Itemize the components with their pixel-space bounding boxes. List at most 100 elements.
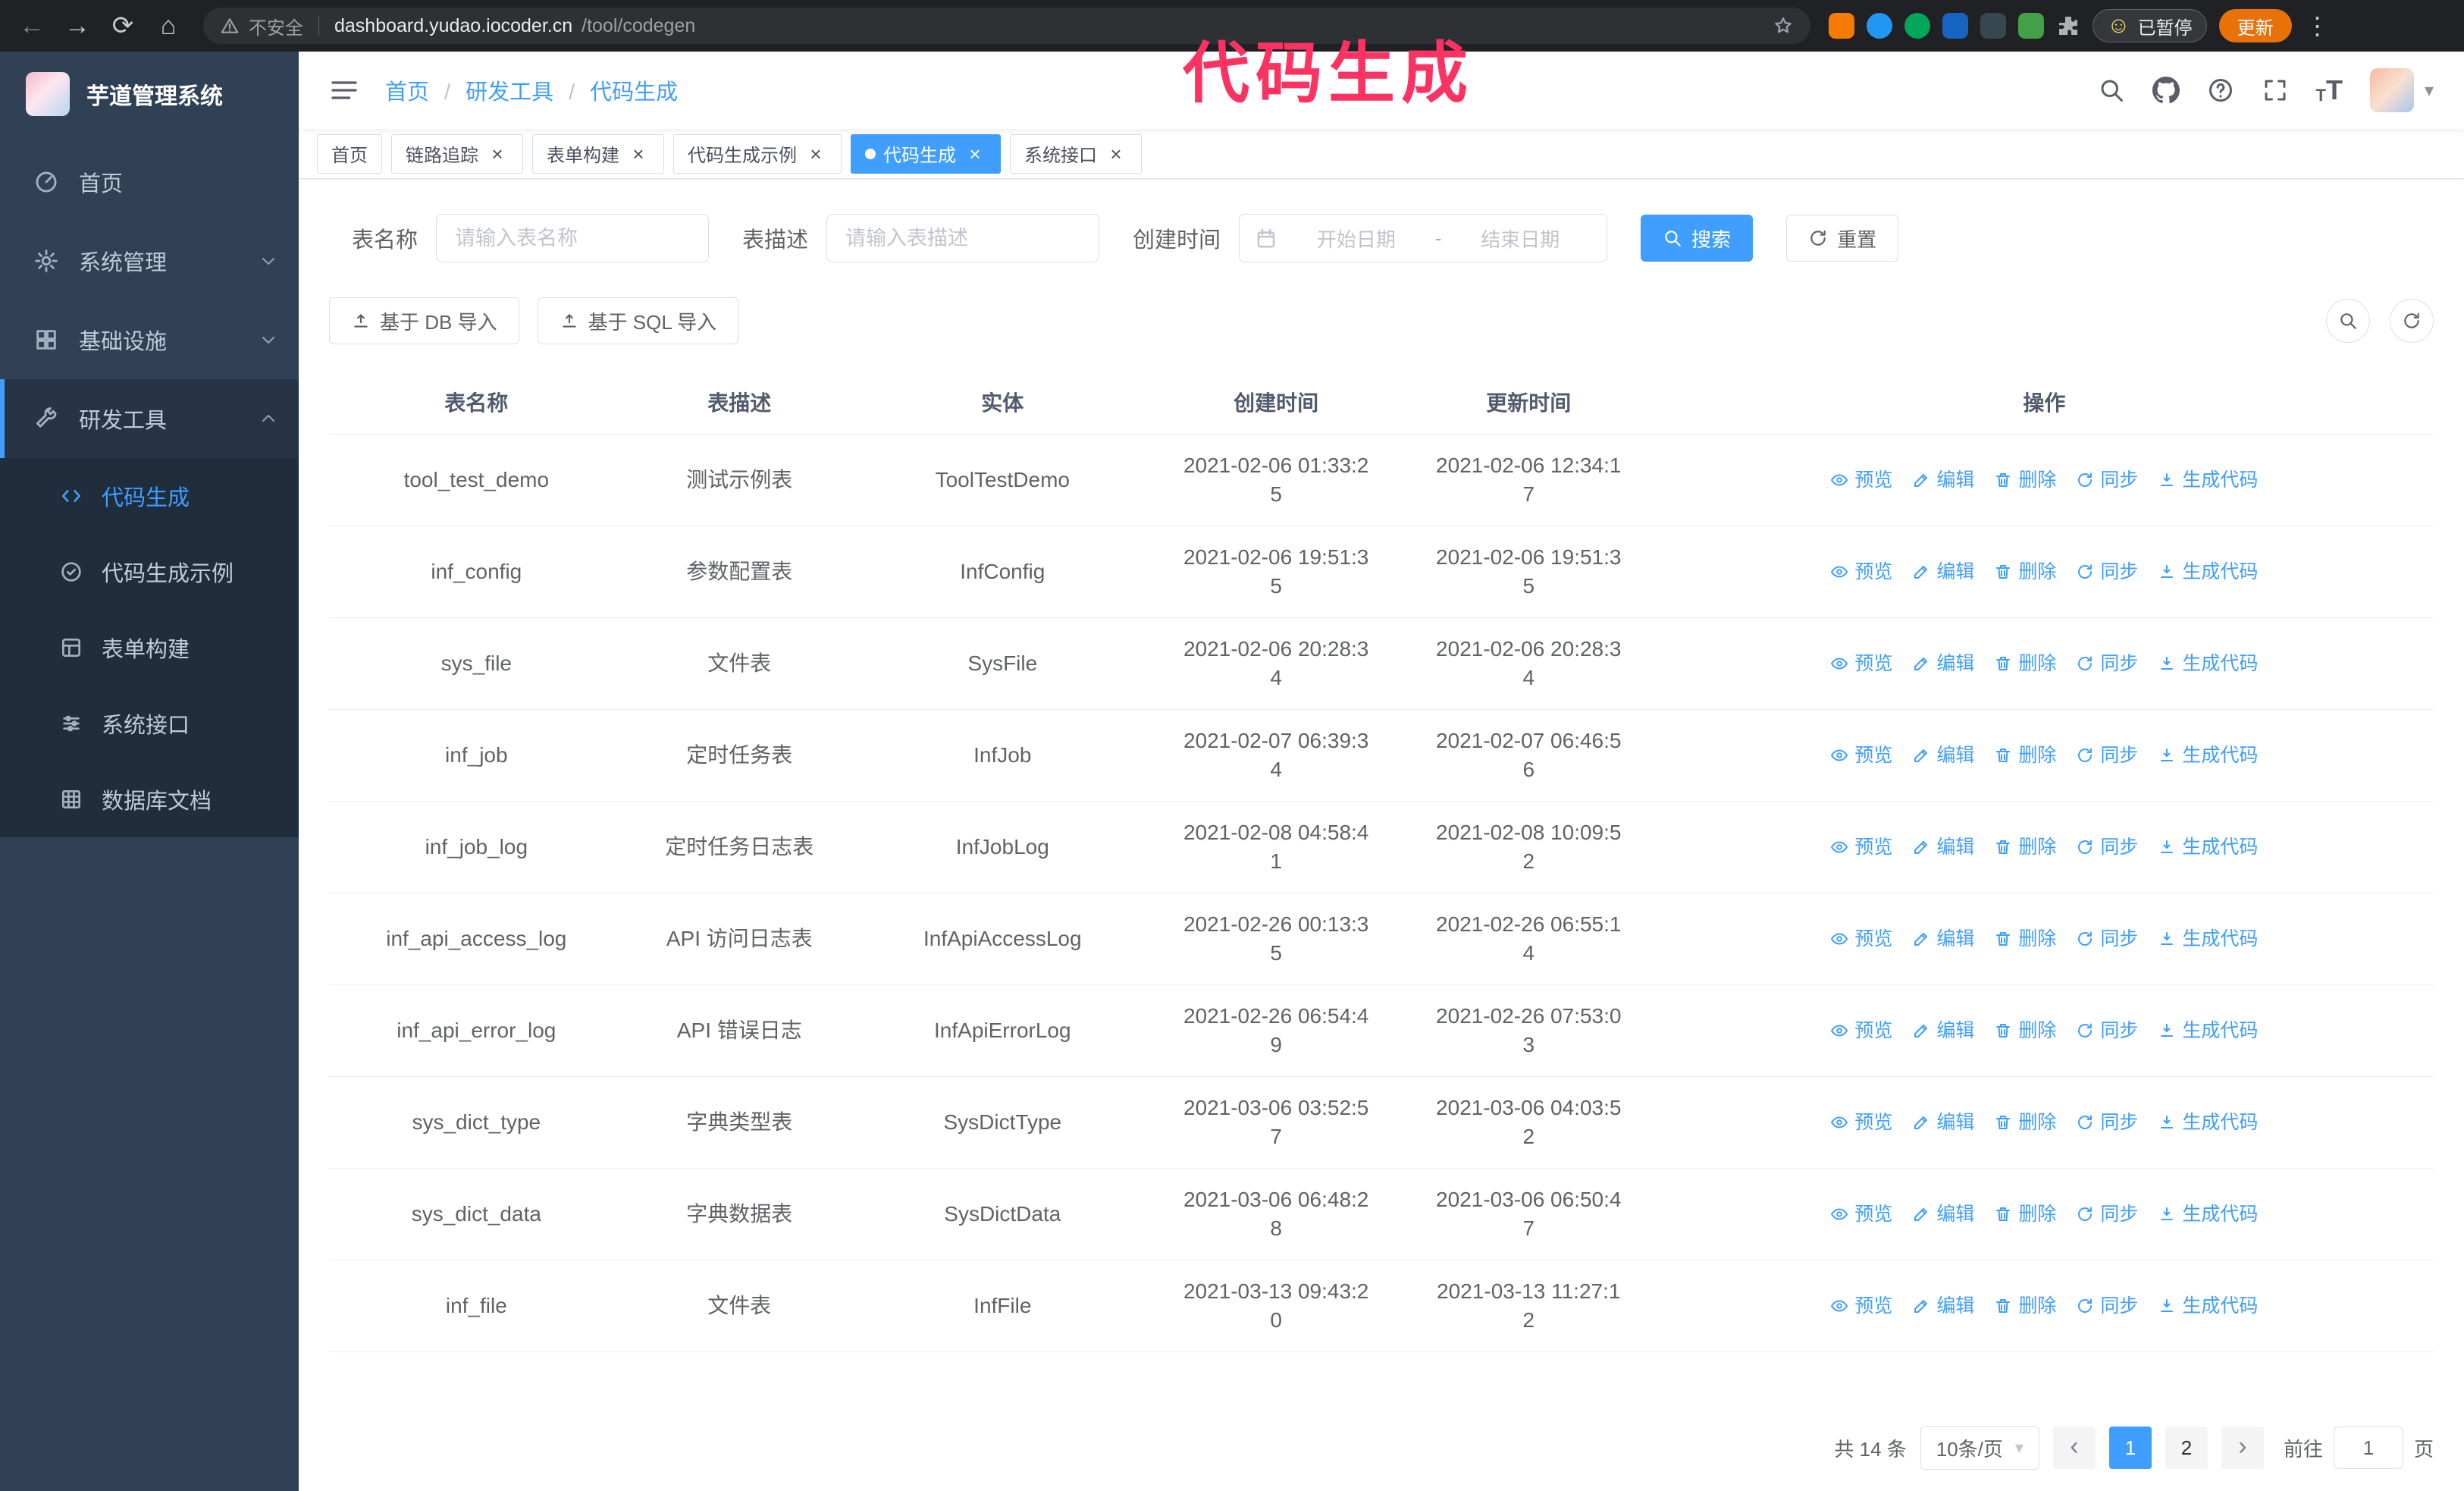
import-db-button[interactable]: 基于 DB 导入 [329,297,519,344]
close-icon[interactable] [964,143,986,165]
browser-forward-icon[interactable]: → [61,13,94,39]
sidebar-menu-item[interactable]: 首页 [0,143,299,221]
extension-icon-5[interactable] [1980,13,2006,39]
update-button[interactable]: 更新 [2218,9,2292,42]
edit-link[interactable]: 编辑 [1912,741,1974,770]
delete-link[interactable]: 删除 [1994,924,2056,953]
search-icon[interactable] [2098,77,2125,104]
tab[interactable]: 代码生成示例 [673,133,842,174]
sync-link[interactable]: 同步 [2076,1200,2138,1229]
delete-link[interactable]: 删除 [1994,466,2056,494]
generate-code-link[interactable]: 生成代码 [2158,1016,2258,1045]
sync-link[interactable]: 同步 [2076,1016,2138,1045]
address-bar[interactable]: 不安全 dashboard.yudao.iocoder.cn /tool/cod… [203,8,1810,44]
browser-home-icon[interactable]: ⌂ [152,13,185,39]
sidebar-menu-item[interactable]: 研发工具 [0,379,299,458]
breadcrumb-item[interactable]: 研发工具 [429,74,553,106]
table-desc-input[interactable] [826,214,1100,262]
edit-link[interactable]: 编辑 [1912,833,1974,862]
extension-icon-3[interactable] [1904,13,1930,39]
preview-link[interactable]: 预览 [1830,1200,1892,1229]
generate-code-link[interactable]: 生成代码 [2158,1292,2258,1320]
refresh-table-button[interactable] [2390,299,2434,343]
delete-link[interactable]: 删除 [1994,1292,2056,1320]
delete-link[interactable]: 删除 [1994,1200,2056,1229]
preview-link[interactable]: 预览 [1830,649,1892,678]
preview-link[interactable]: 预览 [1830,924,1892,953]
generate-code-link[interactable]: 生成代码 [2158,466,2258,494]
sync-link[interactable]: 同步 [2076,924,2138,953]
paused-badge[interactable]: ☺ 已暂停 [2093,9,2207,42]
tab[interactable]: 首页 [317,133,382,174]
tab[interactable]: 表单构建 [532,133,664,174]
sync-link[interactable]: 同步 [2076,1292,2138,1320]
sidebar-submenu-item[interactable]: 系统接口 [0,686,299,761]
date-range-picker[interactable]: 开始日期 - 结束日期 [1239,214,1608,262]
extension-icon-6[interactable] [2018,13,2044,39]
page-number-button[interactable]: 1 [2108,1427,2152,1469]
generate-code-link[interactable]: 生成代码 [2158,557,2258,586]
sync-link[interactable]: 同步 [2076,649,2138,678]
sidebar-submenu-item[interactable]: 表单构建 [0,610,299,686]
preview-link[interactable]: 预览 [1830,1108,1892,1137]
table-name-input[interactable] [436,214,710,262]
font-size-icon[interactable] [2316,77,2343,104]
generate-code-link[interactable]: 生成代码 [2158,924,2258,953]
user-avatar[interactable] [2369,68,2414,112]
search-button[interactable]: 搜索 [1641,215,1754,262]
reset-button[interactable]: 重置 [1786,215,1899,262]
generate-code-link[interactable]: 生成代码 [2158,649,2258,678]
sync-link[interactable]: 同步 [2076,833,2138,862]
delete-link[interactable]: 删除 [1994,649,2056,678]
breadcrumb-item[interactable]: 首页 [385,74,429,106]
browser-refresh-icon[interactable]: ⟳ [106,13,140,39]
preview-link[interactable]: 预览 [1830,466,1892,494]
extensions-puzzle-icon[interactable] [2056,14,2080,38]
sidebar-submenu-item[interactable]: 代码生成 [0,458,299,534]
fullscreen-icon[interactable] [2262,77,2289,104]
edit-link[interactable]: 编辑 [1912,1016,1974,1045]
goto-page-input[interactable] [2333,1427,2403,1469]
sync-link[interactable]: 同步 [2076,1108,2138,1137]
delete-link[interactable]: 删除 [1994,741,2056,770]
delete-link[interactable]: 删除 [1994,1016,2056,1045]
help-icon[interactable] [2207,77,2234,104]
delete-link[interactable]: 删除 [1994,557,2056,586]
sync-link[interactable]: 同步 [2076,466,2138,494]
preview-link[interactable]: 预览 [1830,557,1892,586]
extension-icon-4[interactable] [1942,13,1968,39]
close-icon[interactable] [804,143,827,165]
toggle-search-button[interactable] [2326,299,2370,343]
delete-link[interactable]: 删除 [1994,1108,2056,1137]
preview-link[interactable]: 预览 [1830,741,1892,770]
sidebar-submenu-item[interactable]: 代码生成示例 [0,534,299,610]
edit-link[interactable]: 编辑 [1912,1292,1974,1320]
sidebar-menu-item[interactable]: 基础设施 [0,300,299,379]
generate-code-link[interactable]: 生成代码 [2158,1200,2258,1229]
close-icon[interactable] [486,143,509,165]
github-icon[interactable] [2152,77,2180,104]
generate-code-link[interactable]: 生成代码 [2158,741,2258,770]
preview-link[interactable]: 预览 [1830,1016,1892,1045]
caret-down-icon[interactable]: ▾ [2425,80,2434,102]
edit-link[interactable]: 编辑 [1912,649,1974,678]
edit-link[interactable]: 编辑 [1912,924,1974,953]
edit-link[interactable]: 编辑 [1912,1108,1974,1137]
edit-link[interactable]: 编辑 [1912,557,1974,586]
logo[interactable]: 芋道管理系统 [0,52,299,137]
browser-menu-icon[interactable]: ⋮ [2306,11,2330,40]
delete-link[interactable]: 删除 [1994,833,2056,862]
sync-link[interactable]: 同步 [2076,557,2138,586]
edit-link[interactable]: 编辑 [1912,1200,1974,1229]
tab[interactable]: 代码生成 [851,133,1001,174]
browser-back-icon[interactable]: ← [15,13,49,39]
preview-link[interactable]: 预览 [1830,1292,1892,1320]
sidebar-toggle-icon[interactable] [329,75,359,105]
preview-link[interactable]: 预览 [1830,833,1892,862]
generate-code-link[interactable]: 生成代码 [2158,833,2258,862]
page-number-button[interactable]: 2 [2165,1427,2208,1469]
sidebar-menu-item[interactable]: 系统管理 [0,221,299,300]
sync-link[interactable]: 同步 [2076,741,2138,770]
close-icon[interactable] [627,143,650,165]
tab[interactable]: 链路追踪 [391,133,523,174]
